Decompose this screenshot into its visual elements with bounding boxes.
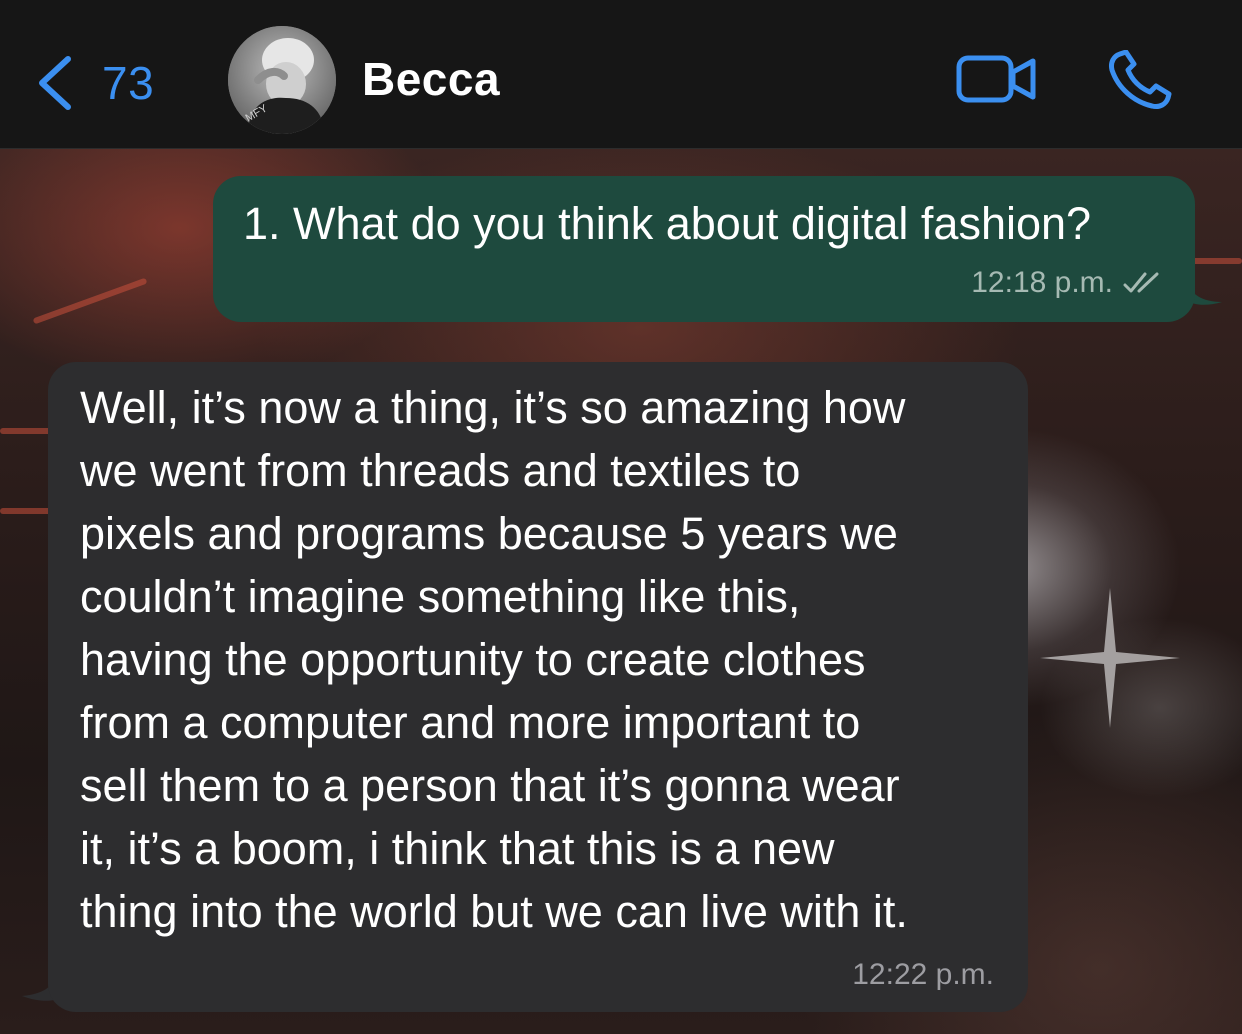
avatar-photo: MFY: [228, 26, 336, 134]
message-line: it, it’s a boom, i think that this is a …: [80, 823, 835, 874]
unread-count: 73: [102, 57, 155, 109]
chat-header: 73 MFY Becca: [0, 0, 1242, 149]
incoming-message-bubble[interactable]: Well, it’s now a thing, it’s so amazing …: [48, 362, 1028, 1012]
message-text: 1. What do you think about digital fashi…: [243, 198, 1092, 249]
message-line: from a computer and more important to: [80, 697, 861, 748]
message-time: 12:22 p.m.: [852, 958, 994, 991]
outgoing-message-bubble[interactable]: 1. What do you think about digital fashi…: [213, 176, 1195, 322]
avatar[interactable]: MFY: [228, 26, 336, 134]
video-camera-icon: [956, 55, 1036, 103]
sparkle-icon: [1040, 588, 1180, 728]
message-line: we went from threads and textiles to: [80, 445, 801, 496]
message-meta: 12:18 p.m.: [971, 266, 1161, 300]
wallpaper-streak: [32, 277, 148, 325]
message-line: having the opportunity to create clothes: [80, 634, 866, 685]
chevron-left-icon: [39, 56, 71, 110]
message-line: couldn’t imagine something like this,: [80, 571, 801, 622]
message-line: Well, it’s now a thing, it’s so amazing …: [80, 382, 906, 433]
message-text: Well, it’s now a thing, it’s so amazing …: [80, 376, 1010, 943]
message-line: pixels and programs because 5 years we: [80, 508, 898, 559]
video-call-button[interactable]: [956, 54, 1038, 104]
contact-name[interactable]: Becca: [362, 52, 500, 106]
phone-icon: [1109, 49, 1172, 109]
chat-screen: 73 MFY Becca 1. What do you think about …: [0, 0, 1242, 1034]
voice-call-button[interactable]: [1106, 49, 1172, 110]
back-button[interactable]: 73: [36, 50, 154, 116]
message-line: sell them to a person that it’s gonna we…: [80, 760, 900, 811]
message-time: 12:18 p.m.: [971, 266, 1113, 299]
message-line: thing into the world but we can live wit…: [80, 886, 908, 937]
double-check-icon: [1123, 272, 1159, 293]
